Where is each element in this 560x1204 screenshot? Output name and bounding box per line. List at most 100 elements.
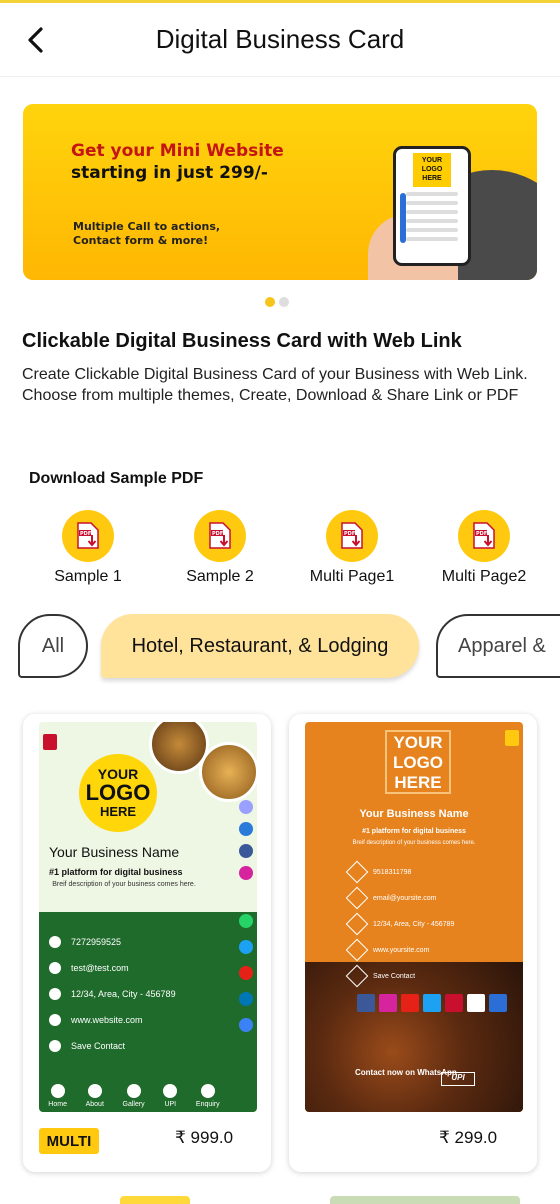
teams-icon	[239, 1018, 253, 1032]
globe-icon	[345, 938, 369, 962]
app-header: Digital Business Card	[0, 3, 560, 77]
tagline: #1 platform for digital business	[49, 867, 183, 877]
pdf-badge-icon	[43, 734, 57, 750]
nav-about: About	[86, 1084, 104, 1108]
upi-icon	[163, 1084, 178, 1098]
chip-all[interactable]: All	[18, 614, 88, 678]
phone-mockup: YOUR LOGO HERE	[393, 146, 471, 266]
facebook-icon	[357, 994, 375, 1012]
download-icon	[345, 964, 369, 988]
link-icon	[239, 800, 253, 814]
twitter-icon	[239, 940, 253, 954]
sample-label: Sample 1	[54, 568, 122, 585]
pdf-download-icon: PDF	[194, 510, 246, 562]
sample-pdf-multi-1[interactable]: PDF Multi Page1	[286, 510, 418, 586]
email-icon	[345, 886, 369, 910]
sample-label: Multi Page1	[309, 568, 395, 585]
whatsapp-icon	[239, 914, 253, 928]
carousel-indicator	[265, 297, 289, 307]
instagram-icon	[379, 994, 397, 1012]
food-image	[199, 742, 257, 802]
template-card[interactable]: YOUR LOGO HERE Your Business Name #1 pla…	[289, 714, 537, 1172]
email-icon	[49, 962, 61, 974]
linkedin-icon	[239, 992, 253, 1006]
template-preview[interactable]: YOUR LOGO HERE Your Business Name #1 pla…	[305, 722, 523, 1112]
address-row: 12/34, Area, City - 456789	[345, 912, 454, 936]
sample-label: Multi Page2	[441, 568, 527, 585]
phone-row: 9518311798	[345, 860, 411, 884]
template-price: ₹ 999.0	[175, 1128, 234, 1147]
nav-upi: UPI	[163, 1084, 178, 1108]
business-description: Breif description of your business comes…	[52, 881, 196, 888]
svg-text:PDF: PDF	[80, 531, 91, 537]
info-icon	[87, 1084, 102, 1098]
carousel-dot[interactable]	[279, 297, 289, 307]
business-name: Your Business Name	[359, 808, 469, 820]
chip-apparel[interactable]: Apparel &	[436, 614, 560, 678]
page-title: Digital Business Card	[155, 24, 405, 54]
telegram-icon	[239, 822, 253, 836]
svg-text:PDF: PDF	[476, 531, 487, 537]
template-preview[interactable]: YOUR LOGO HERE Your Business Name #1 pla…	[39, 722, 257, 1112]
banner-headline: Get your Mini Website starting in just 2…	[71, 140, 284, 184]
sample-label: Sample 2	[186, 568, 254, 585]
location-icon	[345, 912, 369, 936]
section-description: Create Clickable Digital Business Card o…	[22, 366, 528, 404]
youtube-icon	[239, 966, 253, 980]
svg-text:PDF: PDF	[344, 531, 355, 537]
nav-gallery: Gallery	[123, 1084, 145, 1108]
preview-bottom-nav: Home About Gallery UPI Enquiry	[39, 1084, 229, 1108]
zomato-icon	[445, 994, 463, 1012]
promo-banner[interactable]: Get your Mini Website starting in just 2…	[23, 104, 537, 280]
pdf-download-icon: PDF	[62, 510, 114, 562]
phone-icon	[49, 936, 61, 948]
save-contact-row: Save Contact	[345, 964, 415, 988]
download-title: Download Sample PDF	[29, 470, 204, 487]
address-row: 12/34, Area, City - 456789	[49, 988, 176, 1000]
contact-panel: 7272959525 test@test.com 12/34, Area, Ci…	[39, 912, 257, 1112]
business-name: Your Business Name	[49, 844, 180, 860]
upi-logo: UPI	[441, 1072, 475, 1086]
email-row: test@test.com	[49, 962, 129, 974]
banner-subline-1: Multiple Call to actions,	[73, 220, 221, 233]
chevron-left-icon	[28, 27, 43, 53]
sample-pdf-multi-2[interactable]: PDF Multi Page2	[418, 510, 550, 586]
youtube-icon	[401, 994, 419, 1012]
instagram-icon	[239, 866, 253, 880]
back-button[interactable]	[20, 23, 50, 57]
sample-pdf-1[interactable]: PDF Sample 1	[22, 510, 154, 586]
email-row: email@yoursite.com	[345, 886, 437, 910]
globe-icon	[49, 1014, 61, 1026]
social-icons	[357, 994, 507, 1012]
gallery-icon	[126, 1084, 141, 1098]
section-title: Clickable Digital Business Card with Web…	[22, 330, 462, 352]
template-card[interactable]: YOUR LOGO HERE Your Business Name #1 pla…	[23, 714, 271, 1172]
nav-enquiry: Enquiry	[196, 1084, 220, 1108]
phone-row: 7272959525	[49, 936, 121, 948]
next-card-peek	[330, 1196, 520, 1204]
download-icon	[49, 1040, 61, 1052]
next-card-peek	[120, 1196, 190, 1204]
carousel-dot-active[interactable]	[265, 297, 275, 307]
template-price: ₹ 299.0	[439, 1128, 498, 1147]
nav-home: Home	[48, 1084, 67, 1108]
phone-sidebar	[400, 193, 406, 243]
banner-subline: Multiple Call to actions, Contact form &…	[73, 220, 220, 248]
logo-placeholder: YOUR LOGO HERE	[79, 754, 157, 832]
food-image	[305, 962, 523, 1112]
website-row: www.website.com	[49, 1014, 143, 1026]
home-icon	[50, 1084, 65, 1098]
location-icon	[49, 988, 61, 1000]
multi-badge: MULTI	[39, 1128, 99, 1154]
sample-pdf-2[interactable]: PDF Sample 2	[154, 510, 286, 586]
phone-icon	[345, 860, 369, 884]
logo-placeholder: YOUR LOGO HERE	[385, 730, 451, 794]
banner-headline-2: starting in just 299/-	[71, 163, 268, 183]
facebook-icon	[239, 844, 253, 858]
banner-subline-2: Contact form & more!	[73, 234, 209, 247]
category-chips: All Hotel, Restaurant, & Lodging Apparel…	[0, 614, 560, 684]
chip-hotel-restaurant-lodging[interactable]: Hotel, Restaurant, & Lodging	[101, 614, 419, 678]
calendar-icon	[489, 994, 507, 1012]
twitter-icon	[423, 994, 441, 1012]
tagline: #1 platform for digital business	[362, 828, 466, 835]
